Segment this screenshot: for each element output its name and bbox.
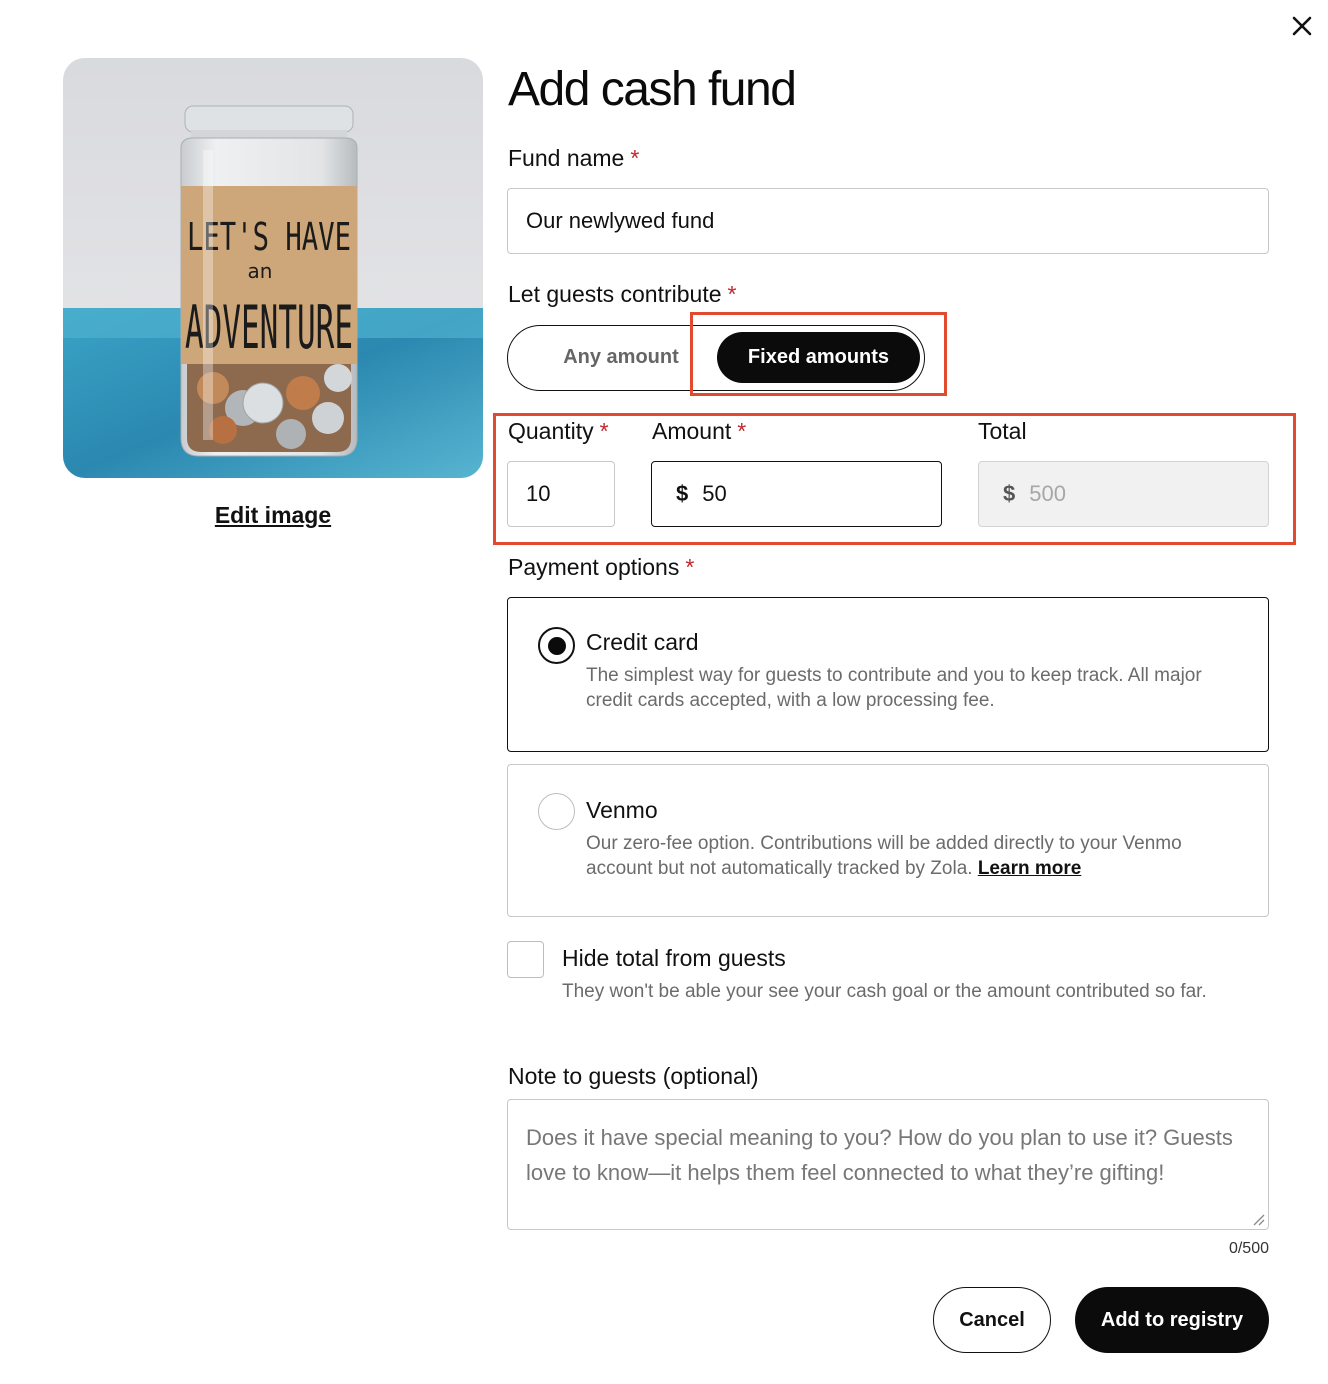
hide-total-description: They won't be able your see your cash go… [562,981,1207,1002]
credit-card-title: Credit card [586,629,699,655]
venmo-description-text: Our zero-fee option. Contributions will … [586,833,1182,879]
required-mark: * [727,281,737,307]
hide-total-title: Hide total from guests [562,945,786,971]
jar-label-line2: an [248,259,273,283]
resize-handle-icon[interactable] [1251,1212,1265,1226]
fund-name-input[interactable]: Our newlywed fund [507,188,1269,254]
note-character-counter: 0/500 [1228,1240,1269,1257]
fund-name-value: Our newlywed fund [526,208,715,233]
note-placeholder: Does it have special meaning to you? How… [526,1125,1233,1185]
payment-option-credit-card[interactable]: Credit card The simplest way for guests … [507,597,1269,752]
learn-more-link[interactable]: Learn more [978,858,1081,879]
highlight-box-toggle [690,312,947,396]
contribute-label: Let guests contribute * [508,281,736,308]
required-mark: * [685,554,695,580]
fund-image: LET'S HAVE an ADVENTURE [63,58,483,478]
cancel-button[interactable]: Cancel [933,1287,1051,1353]
fund-name-label-text: Fund name [508,145,625,171]
edit-image-link[interactable]: Edit image [63,502,483,529]
fund-name-label: Fund name * [508,145,639,172]
payment-options-label-text: Payment options [508,554,680,580]
venmo-description: Our zero-fee option. Contributions will … [586,831,1226,881]
credit-card-radio[interactable] [538,627,575,664]
note-textarea[interactable]: Does it have special meaning to you? How… [507,1099,1269,1230]
close-button[interactable] [1286,10,1318,42]
note-label: Note to guests (optional) [508,1063,759,1089]
hide-total-checkbox[interactable] [507,941,544,978]
required-mark: * [630,145,640,171]
payment-option-venmo[interactable]: Venmo Our zero-fee option. Contributions… [507,764,1269,917]
coin-jar-photo: LET'S HAVE an ADVENTURE [63,58,483,478]
contribute-label-text: Let guests contribute [508,281,722,307]
payment-options-label: Payment options * [508,554,694,581]
highlight-box-amounts [493,413,1296,545]
credit-card-description: The simplest way for guests to contribut… [586,665,1202,711]
venmo-title: Venmo [586,797,658,823]
venmo-radio[interactable] [538,793,575,830]
dialog-title: Add cash fund [508,63,797,116]
close-icon [1292,16,1312,36]
add-to-registry-button[interactable]: Add to registry [1075,1287,1269,1353]
